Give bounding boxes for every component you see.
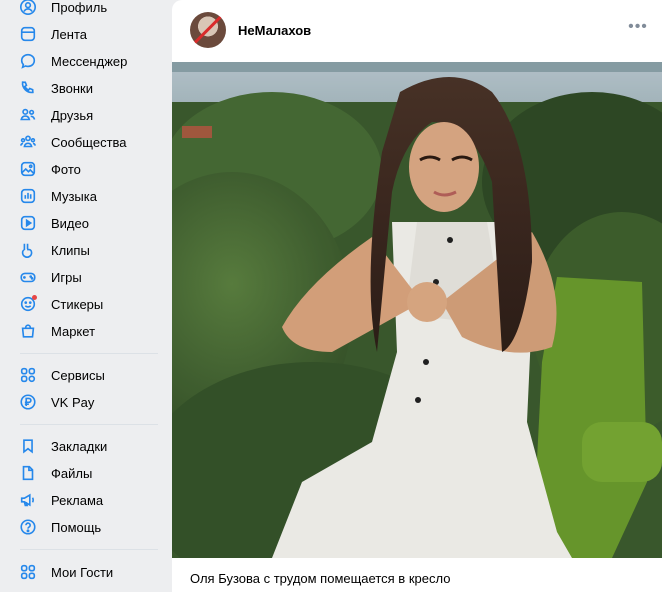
communities-icon — [18, 132, 38, 152]
sidebar-item-label: Профиль — [51, 0, 108, 15]
sidebar-item-clips[interactable]: Клипы — [18, 238, 158, 262]
sidebar-item-label: Звонки — [51, 80, 93, 96]
post-header: НеМалахов ••• — [172, 0, 662, 62]
sidebar-item-friends[interactable]: Друзья — [18, 103, 158, 127]
messenger-icon — [18, 51, 38, 71]
sidebar-item-label: Мои Гости — [51, 564, 114, 580]
sidebar-item-label: Реклама — [51, 492, 104, 508]
clips-icon — [18, 240, 38, 260]
sidebar-divider — [20, 549, 158, 550]
market-icon — [18, 321, 38, 341]
sidebar-item-vkpay[interactable]: VK Pay — [18, 390, 158, 414]
sidebar-item-label: Друзья — [51, 107, 94, 123]
sidebar-divider — [20, 353, 158, 354]
sidebar-item-label: Игры — [51, 269, 82, 285]
sidebar-item-label: Фото — [51, 161, 81, 177]
guests-icon — [18, 562, 38, 582]
sidebar-item-calls[interactable]: Звонки — [18, 76, 158, 100]
sidebar-item-help[interactable]: Помощь — [18, 515, 158, 539]
profile-icon — [18, 0, 38, 17]
sidebar-item-guests[interactable]: Мои Гости — [18, 560, 158, 584]
feed-icon — [18, 24, 38, 44]
sidebar-item-communities[interactable]: Сообщества — [18, 130, 158, 154]
sidebar-item-messenger[interactable]: Мессенджер — [18, 49, 158, 73]
sidebar-item-label: Видео — [51, 215, 89, 231]
ads-icon — [18, 490, 38, 510]
sidebar-item-music[interactable]: Музыка — [18, 184, 158, 208]
left-sidebar: Профиль Лента Мессенджер Звонки Друзья С… — [0, 0, 170, 592]
post-card: НеМалахов ••• Оля Бузова с трудом помеща… — [172, 0, 662, 592]
sidebar-item-market[interactable]: Маркет — [18, 319, 158, 343]
sidebar-item-feed[interactable]: Лента — [18, 22, 158, 46]
sidebar-item-label: Маркет — [51, 323, 96, 339]
more-horizontal-icon[interactable]: ••• — [628, 19, 648, 40]
bookmarks-icon — [18, 436, 38, 456]
music-icon — [18, 186, 38, 206]
sidebar-item-label: Мессенджер — [51, 53, 128, 69]
sidebar-item-bookmarks[interactable]: Закладки — [18, 434, 158, 458]
notification-dot — [32, 295, 37, 300]
vkpay-icon — [18, 392, 38, 412]
sidebar-item-games[interactable]: Игры — [18, 265, 158, 289]
phone-icon — [18, 78, 38, 98]
sidebar-item-label: Закладки — [51, 438, 108, 454]
post-caption: Оля Бузова с трудом помещается в кресло — [190, 571, 451, 586]
sidebar-item-label: Сообщества — [51, 134, 127, 150]
games-icon — [18, 267, 38, 287]
friends-icon — [18, 105, 38, 125]
video-icon — [18, 213, 38, 233]
author-avatar[interactable] — [190, 12, 226, 48]
sidebar-item-stickers[interactable]: Стикеры — [18, 292, 158, 316]
post-photo[interactable] — [172, 62, 662, 558]
sidebar-item-video[interactable]: Видео — [18, 211, 158, 235]
sidebar-item-ads[interactable]: Реклама — [18, 488, 158, 512]
services-icon — [18, 365, 38, 385]
sidebar-item-label: Сервисы — [51, 367, 105, 383]
sidebar-item-photos[interactable]: Фото — [18, 157, 158, 181]
sidebar-item-label: Стикеры — [51, 296, 104, 312]
photo-icon — [18, 159, 38, 179]
stickers-icon — [18, 294, 38, 314]
sidebar-item-label: Клипы — [51, 242, 90, 258]
post-author[interactable]: НеМалахов — [238, 23, 311, 38]
sidebar-item-label: Файлы — [51, 465, 93, 481]
sidebar-item-profile[interactable]: Профиль — [18, 0, 158, 19]
sidebar-item-label: Помощь — [51, 519, 102, 535]
files-icon — [18, 463, 38, 483]
sidebar-divider — [20, 424, 158, 425]
sidebar-item-files[interactable]: Файлы — [18, 461, 158, 485]
sidebar-item-services[interactable]: Сервисы — [18, 363, 158, 387]
help-icon — [18, 517, 38, 537]
sidebar-item-label: Лента — [51, 26, 87, 42]
sidebar-item-label: VK Pay — [51, 394, 95, 410]
sidebar-item-label: Музыка — [51, 188, 97, 204]
